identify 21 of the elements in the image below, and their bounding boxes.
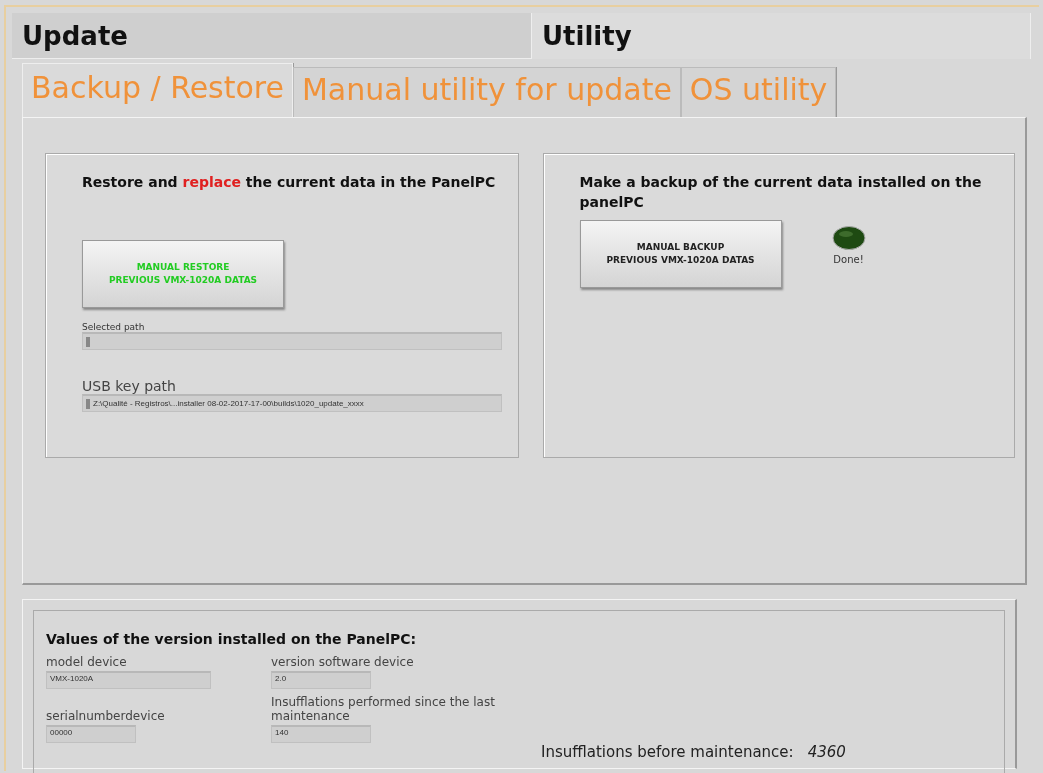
maintenance-label: Insufflations before maintenance: bbox=[541, 743, 794, 761]
main-tab[interactable]: Update bbox=[12, 13, 532, 59]
restore-heading: Restore and replace the current data in the PanelPC bbox=[82, 173, 497, 192]
value-field: VMX-1020A bbox=[46, 671, 211, 689]
manual-backup-button[interactable]: MANUAL BACKUP PREVIOUS VMX-1020A DATAS bbox=[579, 220, 782, 288]
selected-path-field[interactable] bbox=[82, 332, 502, 350]
led-label: Done! bbox=[833, 254, 864, 265]
value-field: 140 bbox=[271, 725, 371, 743]
field-label: version software device bbox=[271, 655, 415, 669]
maintenance-value: 4360 bbox=[807, 743, 846, 761]
usb-path-field[interactable]: Z:\Qualité - Registros\...installer 08-02-2017-17-00\builds\1020_update_xxxx bbox=[82, 394, 502, 412]
value-field: 2.0 bbox=[271, 671, 371, 689]
field-label: Insufflations performed since the last maintenance bbox=[271, 695, 496, 723]
version-heading: Values of the version installed on the PanelPC: bbox=[46, 630, 418, 649]
field-label: Selected path bbox=[82, 322, 146, 332]
main-tab[interactable]: Utility bbox=[532, 13, 1031, 59]
field-label: serialnumberdevice bbox=[46, 709, 166, 723]
value-field: 00000 bbox=[46, 725, 136, 743]
field-label: model device bbox=[46, 655, 128, 669]
backup-heading: Make a backup of the current data installed on the panelPC bbox=[579, 173, 983, 212]
field-label: USB key path bbox=[82, 378, 177, 394]
